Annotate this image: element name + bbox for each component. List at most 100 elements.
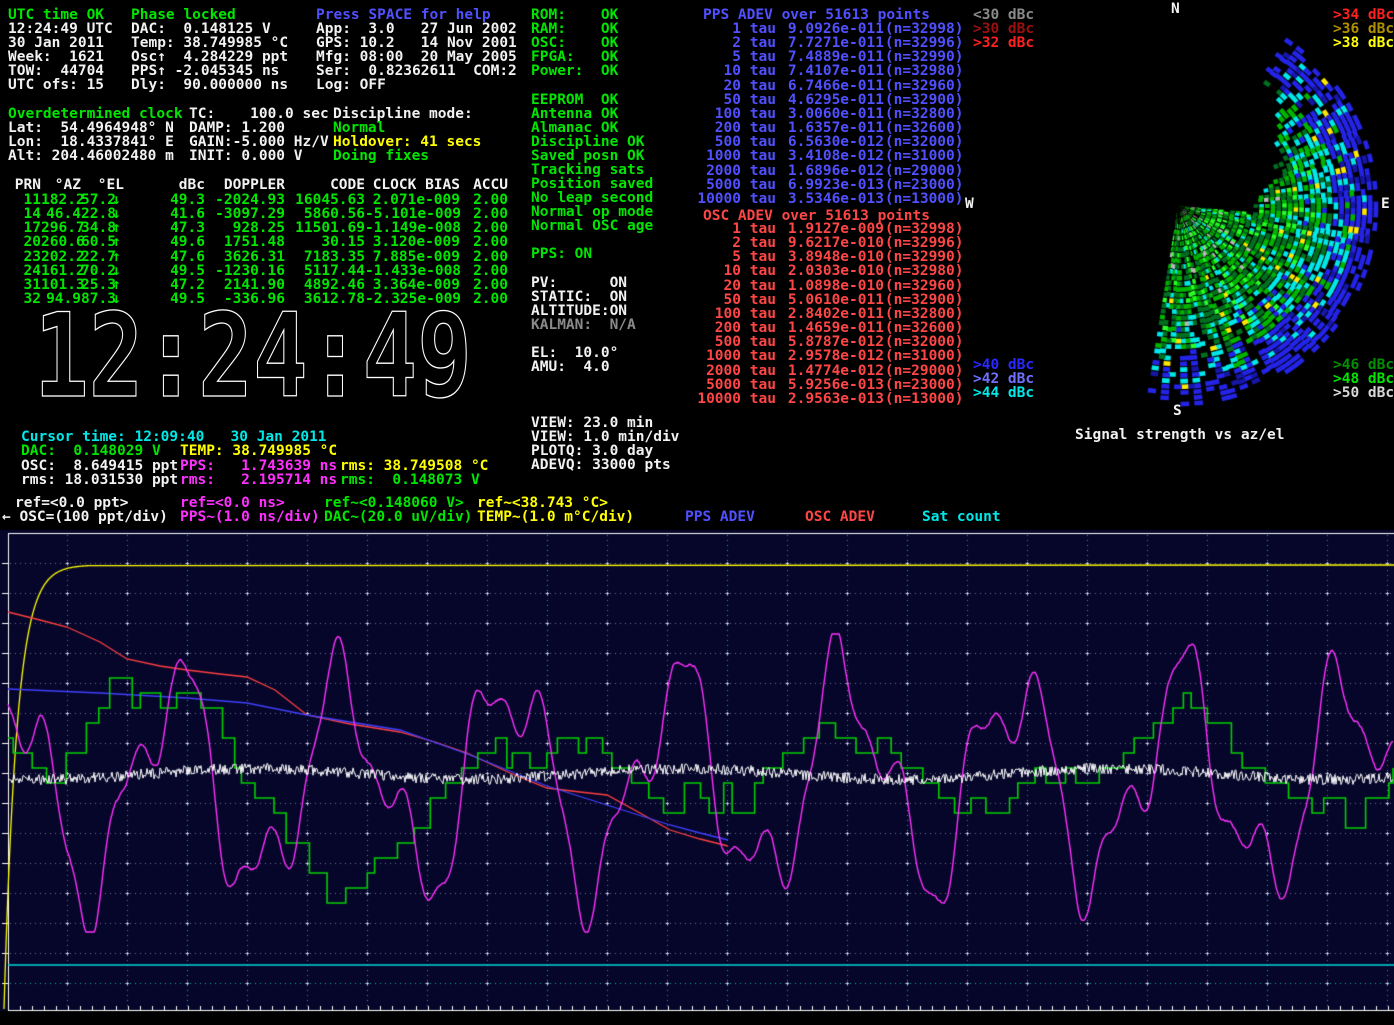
label: EEPROM OK bbox=[531, 93, 618, 107]
label: Normal op mode bbox=[531, 205, 653, 219]
label: UTC time OK bbox=[8, 8, 104, 22]
adev-row: 10000 tau2.9563e-013(n=13000) bbox=[697, 392, 964, 406]
adev-row: 500 tau6.5630e-012(n=32000) bbox=[697, 135, 964, 149]
adev-row: 20 tau1.0898e-010(n=32960) bbox=[697, 279, 964, 293]
col-el: °EL bbox=[81, 178, 124, 192]
label: DAC: 0.148029 V bbox=[21, 444, 161, 458]
label: VIEW: 23.0 min bbox=[531, 416, 653, 430]
label: ref=<0.0 ppt> bbox=[15, 496, 129, 510]
label: App: 3.0 27 Jun 2002 bbox=[316, 22, 517, 36]
adev-row: 50 tau5.0610e-011(n=32900) bbox=[697, 293, 964, 307]
label: TEMP~(1.0 m°C/div) bbox=[477, 510, 634, 524]
sat-row: 23202.222.7↑47.63626.317183.357.885e-009… bbox=[8, 250, 508, 264]
adev-row: 5000 tau5.9256e-013(n=23000) bbox=[697, 378, 964, 392]
col-dbc: dBc bbox=[124, 178, 205, 192]
label: PPS: ON bbox=[531, 247, 592, 261]
big-digital-clock: 12:24:49 bbox=[30, 306, 485, 406]
label: PPS~(1.0 ns/div) bbox=[180, 510, 320, 524]
col-doppler: DOPPLER bbox=[205, 178, 285, 192]
sat-row: 20260.660.5↑49.61751.4830.153.120e-0092.… bbox=[8, 235, 508, 249]
label: Temp: 38.749985 °C bbox=[131, 36, 288, 50]
label: rms: 2.195714 ns bbox=[180, 473, 337, 487]
col-code: CODE bbox=[285, 178, 365, 192]
sat-row: 1446.422.8↓41.6-3097.295860.56-5.101e-00… bbox=[8, 207, 508, 221]
sat-row: 31101.325.3↑47.22141.904892.463.364e-009… bbox=[8, 278, 508, 292]
lady-heather-screen: UTC time OK12:24:49 UTC30 Jan 2011Week: … bbox=[0, 0, 1394, 1025]
label: STATIC: ON bbox=[531, 290, 627, 304]
adev-row: 5 tau3.8948e-010(n=32990) bbox=[697, 250, 964, 264]
label: TEMP: 38.749985 °C bbox=[180, 444, 337, 458]
osc-adev-table: 1 tau1.9127e-009(n=32998)2 tau9.6217e-01… bbox=[697, 222, 964, 406]
label: OSC ADEV bbox=[805, 510, 875, 524]
label: PPS: 1.743639 ns bbox=[180, 459, 337, 473]
label: DAMP: 1.200 bbox=[189, 121, 285, 135]
adev-row: 2000 tau1.4774e-012(n=29000) bbox=[697, 364, 964, 378]
label: 12:24:49 UTC bbox=[8, 22, 113, 36]
label: UTC ofs: 15 bbox=[8, 78, 104, 92]
adev-row: 2000 tau1.6896e-012(n=29000) bbox=[697, 164, 964, 178]
label: PPS ADEV bbox=[685, 510, 755, 524]
label: No leap second bbox=[531, 191, 653, 205]
label: Week: 1621 bbox=[8, 50, 104, 64]
pps-adev-table: 1 tau9.0926e-011(n=32998)2 tau7.7271e-01… bbox=[697, 22, 964, 206]
label: PV: ON bbox=[531, 276, 627, 290]
label: rms: 18.031530 ppt bbox=[21, 473, 178, 487]
label: VIEW: 1.0 min/div bbox=[531, 430, 679, 444]
col-clock-bias: CLOCK BIAS bbox=[365, 178, 460, 192]
label: PPS ADEV over 51613 points bbox=[703, 8, 930, 22]
label: ref~<0.148060 V> bbox=[324, 496, 464, 510]
svg-text:12:24:49: 12:24:49 bbox=[34, 306, 472, 406]
adev-row: 1 tau1.9127e-009(n=32998) bbox=[697, 222, 964, 236]
adev-row: 100 tau3.0060e-011(n=32800) bbox=[697, 107, 964, 121]
adev-row: 2 tau9.6217e-010(n=32996) bbox=[697, 236, 964, 250]
sat-row: 24161.270.2↓49.5-1230.165117.44-1.433e-0… bbox=[8, 264, 508, 278]
adev-row: 1 tau9.0926e-011(n=32998) bbox=[697, 22, 964, 36]
sat-table: 11182.257.2↓49.3-2024.9316045.632.071e-0… bbox=[8, 193, 508, 306]
label: FPGA: OK bbox=[531, 50, 618, 64]
adev-row: 200 tau1.4659e-011(n=32600) bbox=[697, 321, 964, 335]
label: DAC: 0.148125 V bbox=[131, 22, 271, 36]
adev-row: 1000 tau2.9578e-012(n=31000) bbox=[697, 349, 964, 363]
label: Log: OFF bbox=[316, 78, 386, 92]
label: Power: OK bbox=[531, 64, 618, 78]
label: PPS↑ -2.045345 ns bbox=[131, 64, 279, 78]
label: TOW: 44704 bbox=[8, 64, 104, 78]
adev-row: 5 tau7.4889e-011(n=32990) bbox=[697, 50, 964, 64]
label: Discipline mode: bbox=[333, 107, 473, 121]
history-plot bbox=[0, 530, 1394, 1025]
label: Sat count bbox=[922, 510, 1001, 524]
sat-row: 11182.257.2↓49.3-2024.9316045.632.071e-0… bbox=[8, 193, 508, 207]
sat-row: 3294.987.3↓49.5-336.963612.78-2.325e-009… bbox=[8, 292, 508, 306]
adev-row: 500 tau5.8787e-012(n=32000) bbox=[697, 335, 964, 349]
label: Lat: 54.4964948° N bbox=[8, 121, 174, 135]
col-az: °AZ bbox=[41, 178, 81, 192]
col-prn: PRN bbox=[8, 178, 41, 192]
label: Discipline OK bbox=[531, 135, 645, 149]
label: DAC~(20.0 uV/div) bbox=[324, 510, 472, 524]
label: INIT: 0.000 V bbox=[189, 149, 303, 163]
label: EL: 10.0° bbox=[531, 346, 618, 360]
label: Doing fixes bbox=[333, 149, 429, 163]
label: Cursor time: 12:09:40 30 Jan 2011 bbox=[21, 430, 327, 444]
label: ref=<0.0 ns> bbox=[180, 496, 285, 510]
adev-row: 5000 tau6.9923e-013(n=23000) bbox=[697, 178, 964, 192]
label: Lon: 18.4337841° E bbox=[8, 135, 174, 149]
adev-row: 10000 tau3.5346e-013(n=13000) bbox=[697, 192, 964, 206]
adev-row: 10 tau7.4107e-011(n=32980) bbox=[697, 64, 964, 78]
adev-row: 20 tau6.7466e-011(n=32960) bbox=[697, 79, 964, 93]
label: Normal bbox=[333, 121, 385, 135]
adev-row: 200 tau1.6357e-011(n=32600) bbox=[697, 121, 964, 135]
label: rms: 0.148073 V bbox=[340, 473, 480, 487]
label: ALTITUDE:ON bbox=[531, 304, 627, 318]
label: Press SPACE for help bbox=[316, 8, 491, 22]
label: Saved posn OK bbox=[531, 149, 645, 163]
signal-map bbox=[965, 0, 1394, 415]
label: 30 Jan 2011 bbox=[8, 36, 104, 50]
label: RAM: OK bbox=[531, 22, 618, 36]
label: Almanac OK bbox=[531, 121, 618, 135]
label: ADEVQ: 33000 pts bbox=[531, 458, 671, 472]
adev-row: 10 tau2.0303e-010(n=32980) bbox=[697, 264, 964, 278]
label: Holdover: 41 secs bbox=[333, 135, 481, 149]
label: Normal OSC age bbox=[531, 219, 653, 233]
label: Dly: 90.000000 ns bbox=[131, 78, 288, 92]
